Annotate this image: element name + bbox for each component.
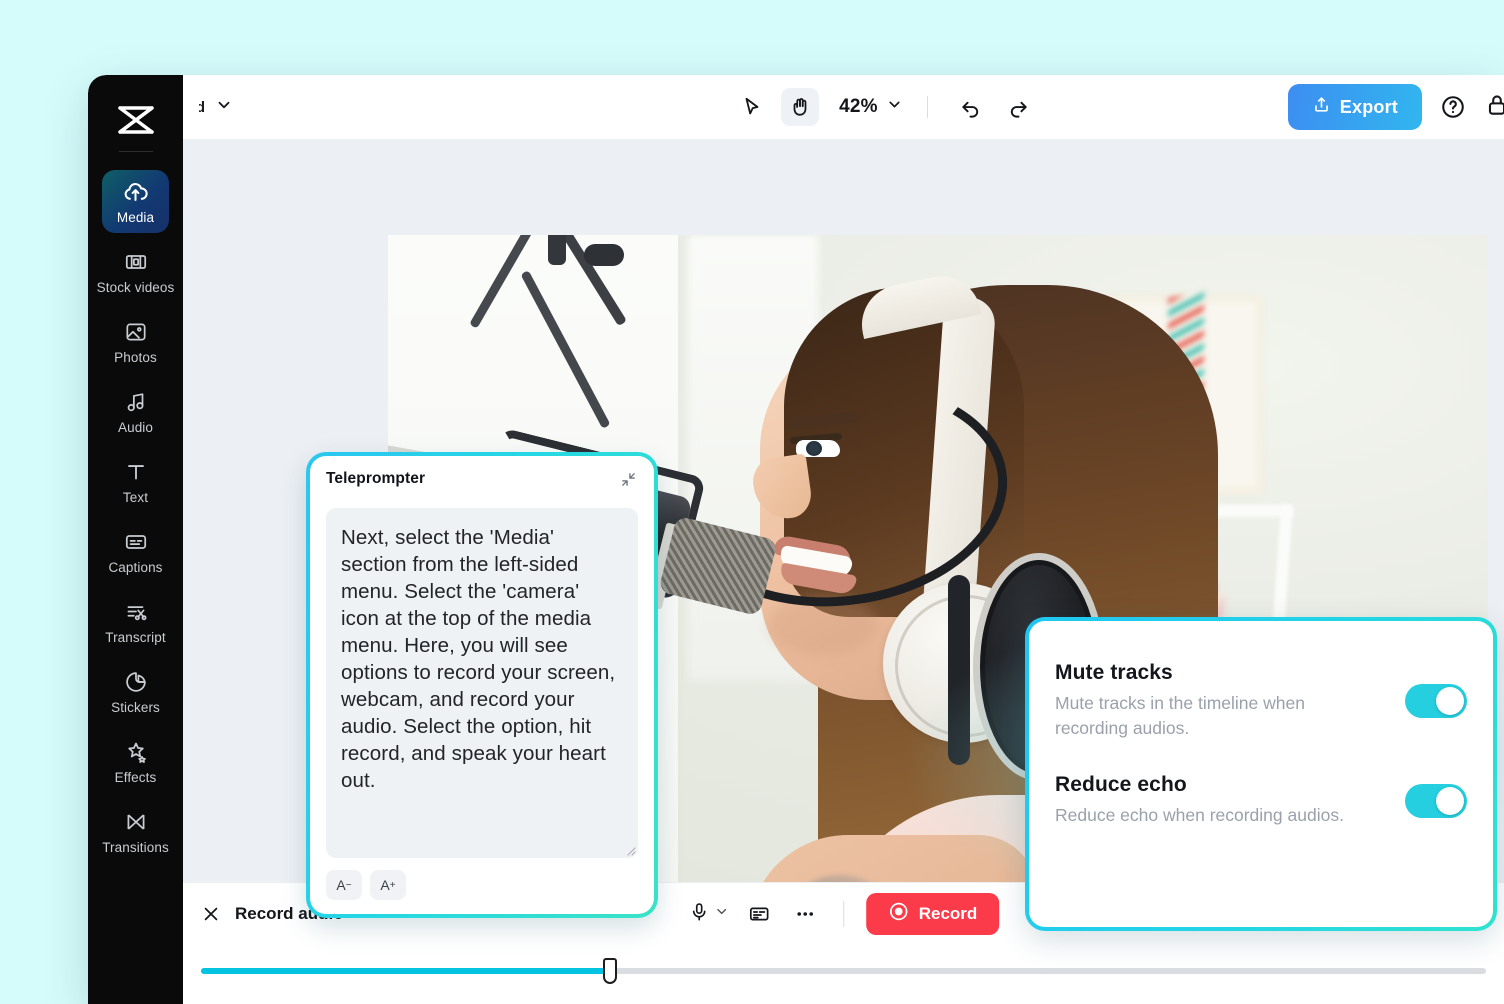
sidebar-item-stickers[interactable]: Stickers: [88, 657, 183, 727]
transcript-scissors-icon: [123, 599, 149, 625]
font-decrease-button[interactable]: A−: [326, 870, 362, 900]
more-dots-icon[interactable]: [789, 898, 821, 930]
music-note-icon: [123, 389, 149, 415]
setting-row-reduce-echo: Reduce echo Reduce echo when recording a…: [1055, 773, 1467, 828]
cursor-arrow-icon[interactable]: [733, 88, 771, 126]
sidebar-item-label: Media: [117, 210, 154, 225]
playhead-handle[interactable]: [603, 958, 617, 984]
setting-description: Reduce echo when recording audios.: [1055, 803, 1375, 828]
setting-description: Mute tracks in the timeline when recordi…: [1055, 691, 1375, 741]
sidebar-item-label: Effects: [115, 770, 157, 785]
font-decrease-label: A: [336, 877, 345, 893]
close-x-icon[interactable]: [201, 904, 221, 924]
sidebar-item-captions[interactable]: Captions: [88, 517, 183, 587]
recording-progress-track[interactable]: [201, 968, 1486, 974]
recording-progress-fill: [201, 968, 610, 974]
teleprompter-title: Teleprompter: [326, 470, 425, 488]
sparkle-star-icon: [123, 739, 149, 765]
setting-title: Mute tracks: [1055, 661, 1387, 685]
chevron-down-icon[interactable]: [886, 96, 903, 118]
cloud-upload-icon: [122, 178, 149, 205]
topbar-right: Export: [1288, 84, 1504, 130]
film-strip-icon: [123, 249, 149, 275]
sidebar-item-label: Captions: [108, 560, 162, 575]
sidebar-item-label: Transcript: [105, 630, 166, 645]
font-increase-button[interactable]: A+: [370, 870, 406, 900]
chevron-down-icon: [714, 904, 729, 924]
record-label: Record: [919, 904, 978, 924]
sidebar-item-label: Photos: [114, 350, 157, 365]
sidebar-item-label: Text: [123, 490, 148, 505]
sidebar-item-transitions[interactable]: Transitions: [88, 797, 183, 867]
redo-arrow-icon[interactable]: [1000, 88, 1038, 126]
app-window: d 42%: [88, 75, 1504, 1004]
sidebar-item-text[interactable]: Text: [88, 447, 183, 517]
left-sidebar: Media Stock videos Photos: [88, 75, 183, 1004]
image-icon: [123, 319, 149, 345]
sidebar-item-transcript[interactable]: Transcript: [88, 587, 183, 657]
collapse-diagonal-icon[interactable]: [619, 470, 638, 494]
teleprompter-panel-icon[interactable]: [743, 898, 775, 930]
recording-settings-panel: Mute tracks Mute tracks in the timeline …: [1025, 617, 1497, 931]
sidebar-item-label: Transitions: [102, 840, 169, 855]
teleprompter-header: Teleprompter: [326, 470, 638, 494]
microphone-icon: [688, 901, 710, 928]
capcut-logo-icon[interactable]: [88, 91, 183, 149]
teleprompter-panel: Teleprompter A− A+: [306, 452, 658, 918]
reduce-echo-toggle[interactable]: [1405, 784, 1467, 818]
setting-row-mute-tracks: Mute tracks Mute tracks in the timeline …: [1055, 661, 1467, 741]
project-name: d: [199, 99, 205, 116]
upload-share-icon: [1312, 95, 1331, 119]
sidebar-item-label: Audio: [118, 420, 153, 435]
setting-title: Reduce echo: [1055, 773, 1387, 797]
font-increase-sup: +: [390, 880, 396, 891]
teleprompter-script-input[interactable]: [326, 508, 638, 858]
mute-tracks-toggle[interactable]: [1405, 684, 1467, 718]
undo-arrow-icon[interactable]: [952, 88, 990, 126]
microphone-selector[interactable]: [688, 901, 729, 928]
export-label: Export: [1340, 97, 1398, 118]
control-divider: [843, 901, 844, 927]
sticker-peel-icon: [123, 669, 149, 695]
chevron-down-icon[interactable]: [215, 96, 233, 119]
font-decrease-sup: −: [346, 880, 352, 891]
transition-bowtie-icon: [123, 809, 149, 835]
sidebar-divider: [119, 151, 153, 152]
font-increase-label: A: [380, 877, 389, 893]
zoom-control[interactable]: 42%: [839, 96, 903, 118]
top-toolbar: d 42%: [183, 75, 1504, 139]
sidebar-item-label: Stickers: [111, 700, 160, 715]
sidebar-item-photos[interactable]: Photos: [88, 307, 183, 377]
export-button[interactable]: Export: [1288, 84, 1422, 130]
canvas-tools: 42%: [483, 88, 1288, 126]
project-area[interactable]: d: [183, 96, 483, 119]
sidebar-item-stock-videos[interactable]: Stock videos: [88, 237, 183, 307]
question-circle-icon[interactable]: [1440, 94, 1466, 120]
text-t-icon: [123, 459, 149, 485]
zoom-level-value: 42%: [839, 96, 878, 118]
lock-icon[interactable]: [1484, 92, 1504, 123]
sidebar-item-audio[interactable]: Audio: [88, 377, 183, 447]
hand-pan-icon[interactable]: [781, 88, 819, 126]
record-button[interactable]: Record: [866, 893, 1000, 935]
sidebar-item-label: Stock videos: [97, 280, 175, 295]
sidebar-item-effects[interactable]: Effects: [88, 727, 183, 797]
teleprompter-font-tools: A− A+: [326, 870, 638, 900]
record-circle-icon: [888, 901, 909, 927]
toolbar-divider: [927, 96, 928, 118]
captions-box-icon: [123, 529, 149, 555]
record-controls: Record: [688, 893, 1000, 935]
sidebar-item-media[interactable]: Media: [88, 166, 183, 237]
